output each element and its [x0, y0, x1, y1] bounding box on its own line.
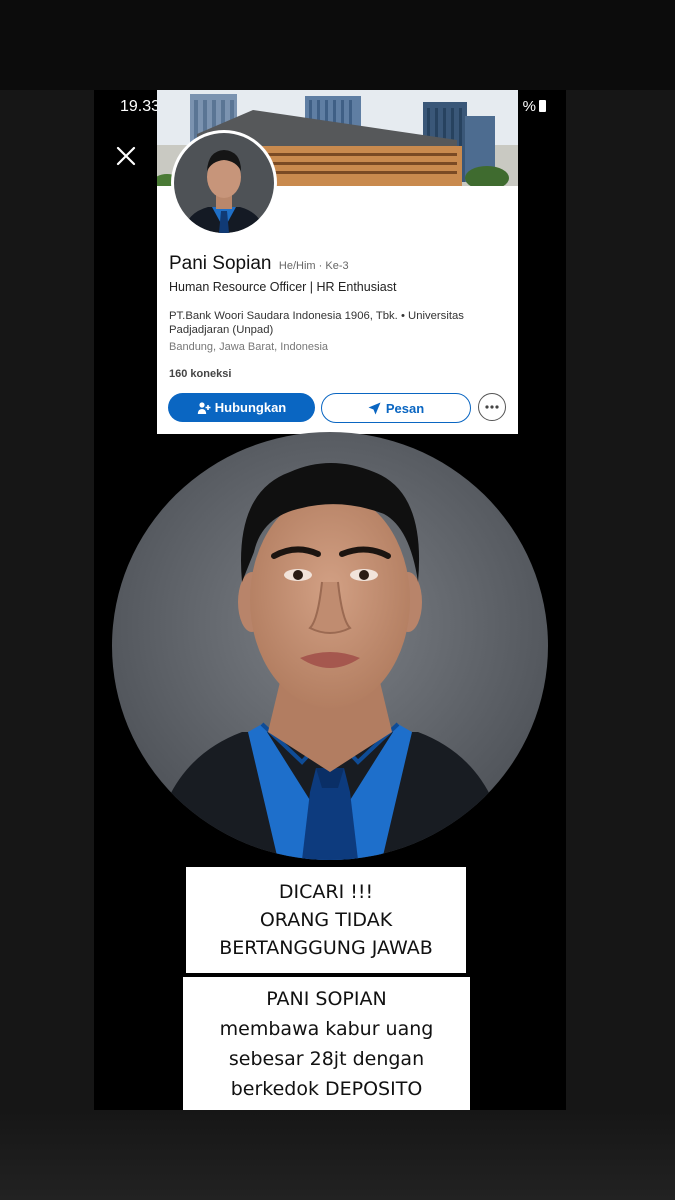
- outer-background-bottom: [0, 1110, 675, 1200]
- close-button[interactable]: [114, 144, 138, 168]
- profile-name: Pani Sopian: [169, 253, 272, 274]
- battery-percent: %: [522, 98, 536, 115]
- wanted-detail-line4: berkedok DEPOSITO: [230, 1077, 423, 1100]
- outer-background-top: [0, 0, 675, 90]
- message-button[interactable]: Pesan: [321, 393, 471, 423]
- wanted-detail-line1: PANI SOPIAN: [266, 987, 387, 1010]
- linkedin-profile-card: Pani Sopian He/Him · Ke-3 Human Resource…: [157, 90, 518, 434]
- large-portrait-photo: [112, 432, 548, 860]
- connect-button[interactable]: Hubungkan: [168, 393, 315, 422]
- add-person-icon: [197, 401, 211, 414]
- send-icon: [368, 402, 381, 414]
- profile-pronouns: He/Him · Ke-3: [278, 260, 349, 272]
- portrait-image: [112, 432, 548, 860]
- profile-headline: Human Resource Officer | HR Enthusiast: [169, 280, 397, 294]
- profile-avatar[interactable]: [171, 130, 277, 236]
- status-time: 19.33: [120, 98, 161, 115]
- more-button[interactable]: [478, 393, 506, 421]
- wanted-detail-line2: membawa kabur uang: [219, 1017, 434, 1040]
- battery-icon: [539, 100, 546, 112]
- message-button-label: Pesan: [385, 400, 425, 416]
- profile-name-row: Pani Sopian He/Him · Ke-3: [169, 253, 349, 275]
- close-icon: [116, 146, 136, 166]
- wanted-notice-line3: BERTANGGUNG JAWAB: [219, 937, 433, 959]
- connect-button-label: Hubungkan: [214, 400, 287, 415]
- story-screenshot: 19.33 % Pani Sopian He/Him · Ke-3 Human …: [94, 90, 566, 1110]
- avatar-image: [174, 133, 274, 233]
- wanted-notice-line1: DICARI !!!: [278, 881, 374, 903]
- wanted-detail: PANI SOPIAN membawa kabur uang sebesar 2…: [183, 977, 470, 1110]
- wanted-notice: DICARI !!! ORANG TIDAK BERTANGGUNG JAWAB: [186, 867, 466, 973]
- wanted-detail-line3: sebesar 28jt dengan: [228, 1047, 425, 1070]
- profile-location: Bandung, Jawa Barat, Indonesia: [169, 341, 329, 353]
- profile-connections[interactable]: 160 koneksi: [169, 368, 231, 380]
- status-battery: %: [523, 98, 546, 115]
- profile-company: PT.Bank Woori Saudara Indonesia 1906, Tb…: [169, 310, 464, 336]
- wanted-notice-line2: ORANG TIDAK: [259, 909, 393, 931]
- more-horizontal-icon: [485, 405, 499, 409]
